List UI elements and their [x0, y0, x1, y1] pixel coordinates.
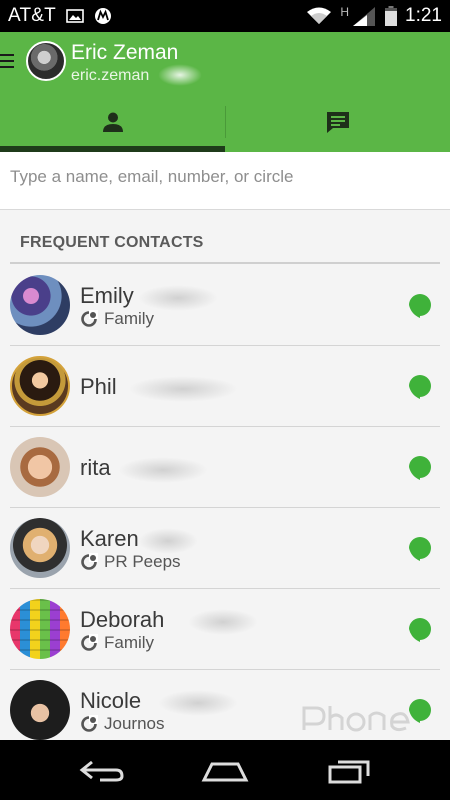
circle-link-icon — [81, 715, 98, 732]
contact-name: rita — [80, 455, 111, 480]
contact-name: Karen — [80, 526, 139, 551]
section-divider — [10, 262, 440, 264]
avatar[interactable] — [10, 437, 70, 497]
search-input[interactable] — [10, 167, 430, 187]
contact-name: Nicole — [80, 688, 142, 713]
contact-row-deborah[interactable]: Deborah Family — [10, 589, 440, 670]
redaction-blur — [138, 285, 218, 311]
motorola-icon — [94, 8, 111, 24]
status-bar: AT&T H 1:21 — [0, 0, 450, 32]
contact-row-rita[interactable]: rita — [10, 427, 440, 508]
menu-icon[interactable] — [0, 54, 14, 70]
contact-row-karen[interactable]: Karen PR Peeps — [10, 508, 440, 589]
signal-icon — [353, 7, 376, 26]
avatar[interactable] — [10, 599, 70, 659]
image-icon — [66, 9, 84, 23]
battery-icon — [385, 6, 398, 26]
contact-circle: Journos — [80, 714, 164, 734]
tab-divider — [225, 106, 226, 138]
redaction-blur — [138, 528, 198, 554]
redaction-blur — [158, 64, 202, 86]
system-nav-bar — [0, 740, 450, 800]
contact-circle: PR Peeps — [80, 552, 181, 572]
tab-contacts[interactable] — [0, 92, 225, 152]
circle-link-icon — [81, 634, 98, 651]
redaction-blur — [158, 690, 238, 716]
back-icon[interactable] — [78, 758, 128, 784]
contact-circle-label: Journos — [104, 714, 165, 733]
contact-name: Phil — [80, 374, 117, 399]
hangout-icon[interactable] — [408, 536, 432, 562]
clock-label: 1:21 — [405, 5, 442, 26]
redaction-blur — [188, 609, 258, 635]
contact-circle: Family — [80, 633, 154, 653]
network-type-label: H — [340, 5, 350, 19]
carrier-label: AT&T — [8, 5, 56, 26]
hangout-icon[interactable] — [408, 455, 432, 481]
wifi-icon — [307, 7, 332, 24]
avatar[interactable] — [10, 275, 70, 335]
redaction-blur — [118, 457, 208, 483]
search-box — [0, 152, 450, 210]
contact-name: Emily — [80, 283, 134, 308]
contact-name: Deborah — [80, 607, 165, 632]
hangout-icon[interactable] — [408, 617, 432, 643]
contact-row-emily[interactable]: Emily Family — [10, 265, 440, 346]
app-header: Eric Zeman eric.zeman — [0, 32, 450, 152]
section-title: FREQUENT CONTACTS — [20, 234, 204, 251]
redaction-blur — [128, 376, 238, 402]
hangouts-screen: AT&T H 1:21 Eric Zeman eric.zeman Type a… — [0, 0, 450, 800]
avatar[interactable] — [10, 356, 70, 416]
recents-icon[interactable] — [326, 758, 376, 784]
chat-icon — [326, 112, 349, 133]
tab-bar — [0, 92, 450, 152]
contact-row-phil[interactable]: Phil — [10, 346, 440, 427]
hangout-icon[interactable] — [408, 293, 432, 319]
circle-link-icon — [81, 553, 98, 570]
person-icon — [102, 112, 123, 132]
user-name: Eric Zeman — [71, 41, 179, 64]
contact-circle-label: Family — [104, 633, 155, 652]
contact-circle-label: PR Peeps — [104, 552, 181, 571]
circle-link-icon — [81, 310, 98, 327]
contact-circle: Family — [80, 309, 154, 329]
avatar[interactable] — [10, 518, 70, 578]
hangout-icon[interactable] — [408, 374, 432, 400]
home-icon[interactable] — [200, 758, 250, 784]
contact-circle-label: Family — [104, 309, 155, 328]
avatar[interactable] — [10, 680, 70, 740]
tab-conversations[interactable] — [225, 92, 450, 152]
user-avatar[interactable] — [26, 41, 66, 81]
user-email: eric.zeman — [71, 67, 150, 84]
